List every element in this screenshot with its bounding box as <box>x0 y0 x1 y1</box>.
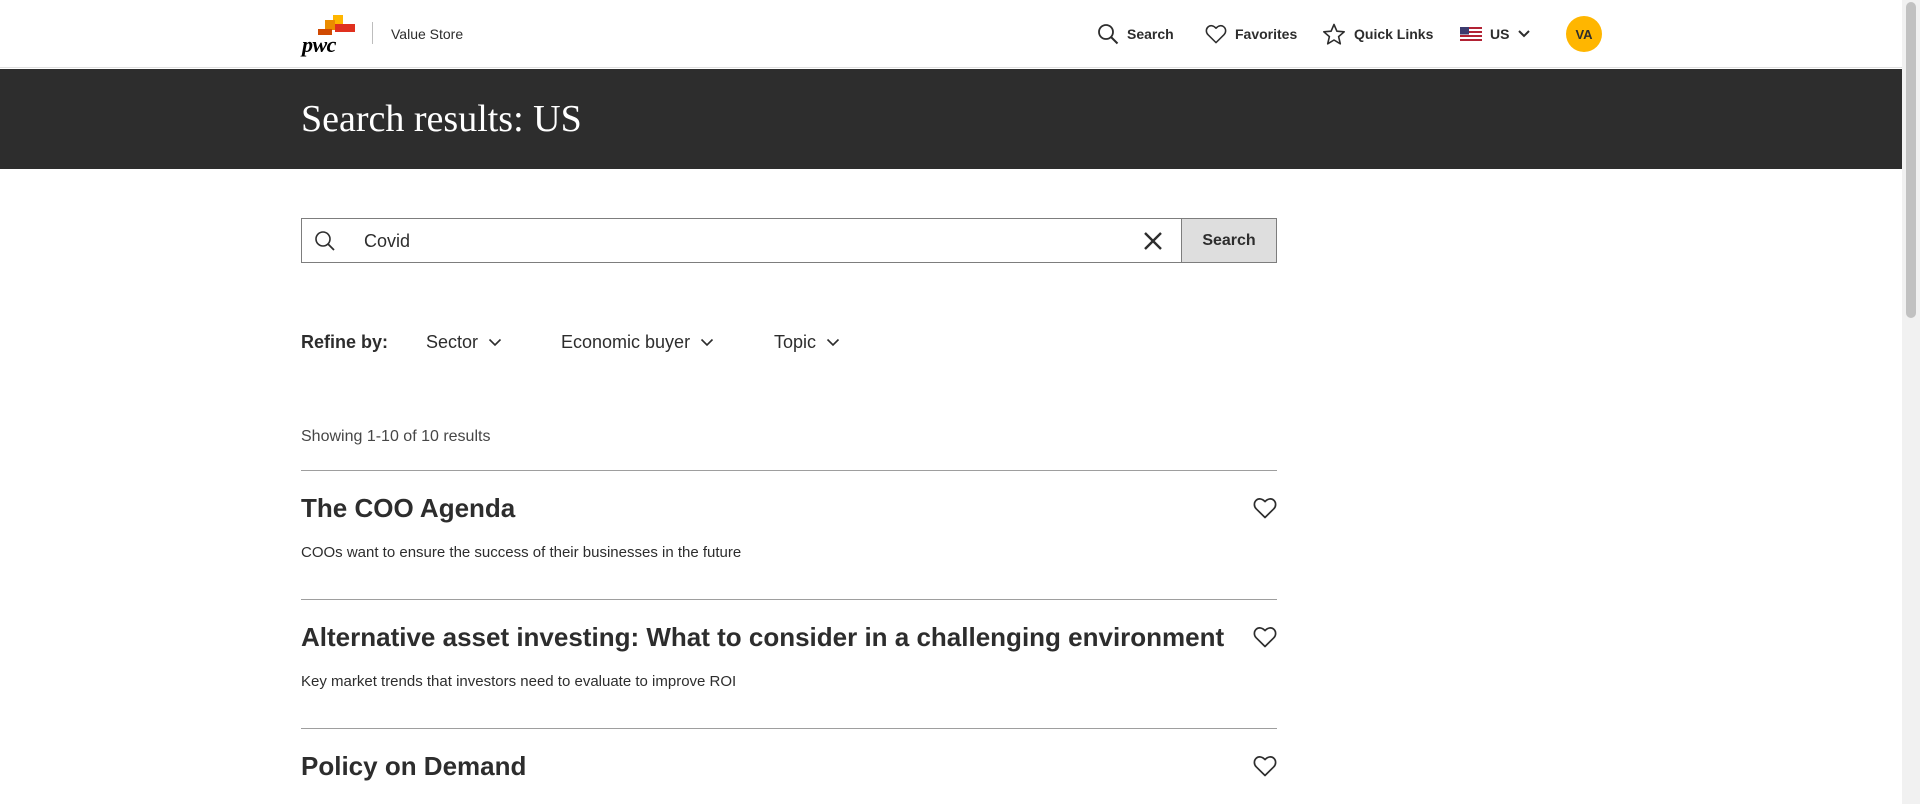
scrollbar-thumb[interactable] <box>1906 2 1916 318</box>
pwc-logo[interactable]: pwc <box>301 14 355 57</box>
result-title[interactable]: The COO Agenda <box>301 493 515 524</box>
heart-icon <box>1205 24 1227 44</box>
chevron-down-icon <box>826 338 840 347</box>
search-input[interactable] <box>364 227 1124 255</box>
result-item: Policy on Demand <box>301 728 1277 804</box>
filter-topic[interactable]: Topic <box>774 332 840 353</box>
nav-favorites[interactable]: Favorites <box>1205 22 1297 46</box>
page-banner: Search results: US <box>0 69 1902 169</box>
top-header: pwc Value Store Search Favorites Quick L… <box>0 0 1902 68</box>
nav-search[interactable]: Search <box>1097 22 1174 46</box>
result-item: Alternative asset investing: What to con… <box>301 599 1277 728</box>
result-title[interactable]: Policy on Demand <box>301 751 526 782</box>
header-divider <box>372 22 373 44</box>
result-description: Key market trends that investors need to… <box>301 673 737 690</box>
result-title[interactable]: Alternative asset investing: What to con… <box>301 622 1224 653</box>
results-count: Showing 1-10 of 10 results <box>301 428 491 445</box>
filter-sector-label: Sector <box>426 332 479 352</box>
chevron-down-icon <box>488 338 502 347</box>
nav-quick-links[interactable]: Quick Links <box>1322 22 1433 46</box>
user-avatar[interactable]: VA <box>1566 16 1602 52</box>
result-item: The COO Agenda COOs want to ensure the s… <box>301 470 1277 599</box>
result-description: COOs want to ensure the success of their… <box>301 544 742 561</box>
filter-economic-buyer[interactable]: Economic buyer <box>561 332 714 353</box>
search-icon <box>1098 24 1119 45</box>
close-icon[interactable] <box>1141 229 1165 253</box>
logo-wordmark: pwc <box>302 32 336 57</box>
nav-quick-links-label: Quick Links <box>1354 26 1434 42</box>
star-icon <box>1323 23 1345 45</box>
region-label: US <box>1490 26 1510 42</box>
heart-icon[interactable] <box>1253 755 1277 777</box>
store-name[interactable]: Value Store <box>391 26 463 42</box>
search-field <box>301 218 1182 263</box>
nav-search-label: Search <box>1127 26 1174 42</box>
nav-favorites-label: Favorites <box>1235 26 1298 42</box>
us-flag-icon <box>1460 27 1482 41</box>
filter-economic-buyer-label: Economic buyer <box>561 332 691 352</box>
logo-block-red <box>335 24 355 32</box>
refine-label: Refine by: <box>301 332 389 352</box>
region-selector[interactable]: US <box>1460 22 1531 46</box>
page-scrollbar[interactable] <box>1902 0 1920 804</box>
heart-icon[interactable] <box>1253 626 1277 648</box>
search-button[interactable]: Search <box>1181 218 1277 263</box>
filter-sector[interactable]: Sector <box>426 332 502 353</box>
chevron-down-icon <box>700 338 714 347</box>
search-icon <box>315 231 335 251</box>
chevron-down-icon <box>1518 30 1531 38</box>
page-title: Search results: US <box>301 98 582 140</box>
heart-icon[interactable] <box>1253 497 1277 519</box>
filter-topic-label: Topic <box>774 332 817 352</box>
